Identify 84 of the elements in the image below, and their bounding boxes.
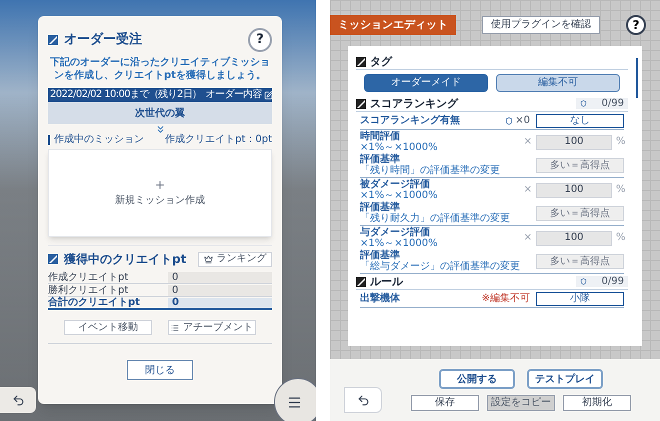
tag-button[interactable]: オーダーメイド xyxy=(364,74,488,92)
shield-icon xyxy=(580,100,587,107)
count-badge: 0/99 xyxy=(576,276,628,287)
create-pt-text: 作成クリエイトpt：0pt xyxy=(165,135,272,145)
close-button[interactable]: 閉じる xyxy=(127,360,193,380)
pt-label: 作成クリエイトpt xyxy=(48,272,130,282)
current-mission-label: 作成中のミッション xyxy=(48,135,144,145)
back-arrow-icon xyxy=(356,394,370,406)
setting-label: 被ダメージ評価 xyxy=(360,180,431,190)
setting-hint: 「残り時間」の評価基準の変更 xyxy=(360,166,500,176)
setting-label: 与ダメージ評価 xyxy=(360,228,431,238)
setting-label: 出撃機体 xyxy=(360,294,400,304)
back-button[interactable] xyxy=(0,387,36,413)
setting-hint: 「総与ダメージ」の評価基準の変更 xyxy=(360,262,520,272)
choice-button[interactable]: なし xyxy=(536,114,624,128)
publish-button[interactable]: 公開する xyxy=(439,369,515,389)
plugin-check-button[interactable]: 使用プラグインを確認 xyxy=(482,16,600,34)
ranking-count: ×0 xyxy=(515,116,530,126)
section-mark-icon xyxy=(356,56,366,66)
criterion-button[interactable]: 多い＝高得点 xyxy=(536,254,624,269)
percent-unit: % xyxy=(616,233,624,243)
setting-hint: ×1%～×1000% xyxy=(360,142,438,152)
multiply-sign: × xyxy=(524,137,532,147)
help-button[interactable]: ? xyxy=(248,28,272,52)
section-title: スコアランキング xyxy=(370,98,458,109)
percent-field[interactable]: 100 xyxy=(536,182,612,198)
pt-section-title: 獲得中のクリエイトpt xyxy=(64,251,186,268)
multiply-sign: × xyxy=(524,185,532,195)
shield-icon xyxy=(505,116,514,124)
section-mark-icon xyxy=(356,98,366,108)
scrollbar xyxy=(636,58,638,98)
back-button[interactable] xyxy=(344,387,382,413)
setting-label: 評価基準 xyxy=(360,203,401,213)
section-title: ルール xyxy=(370,276,403,287)
action-button[interactable]: アチーブメント xyxy=(168,320,256,335)
percent-unit: % xyxy=(616,185,624,195)
new-mission-card[interactable]: 新規ミッション作成 xyxy=(48,149,272,237)
section-mark-icon xyxy=(48,35,58,45)
dialog-title: オーダー受注 xyxy=(64,30,142,50)
setting-hint: ×1%～×1000% xyxy=(360,238,438,248)
multiply-sign: × xyxy=(524,233,532,243)
section-mark-icon xyxy=(356,276,366,286)
pt-label: 勝利クリエイトpt xyxy=(48,286,130,296)
choice-button[interactable]: 小隊 xyxy=(536,292,624,306)
menu-icon xyxy=(286,394,302,410)
order-description: 下記のオーダーに沿ったクリエイティブミッションを作成し、クリエイトptを獲得しましょう。 xyxy=(49,56,271,82)
chevrons-down-icon xyxy=(154,124,166,135)
setting-label: 評価基準 xyxy=(360,155,401,165)
action-button[interactable]: イベント移動 xyxy=(64,320,152,335)
edit-lock-note: ※編集不可 xyxy=(482,294,530,304)
percent-field[interactable]: 100 xyxy=(536,134,612,150)
pt-label: 合計のクリエイトpt xyxy=(48,298,141,308)
setting-hint: ×1%～×1000% xyxy=(360,190,438,200)
setting-hint: 「残り耐久力」の評価基準の変更 xyxy=(360,214,510,224)
section-mark-icon xyxy=(48,254,58,264)
order-name-banner: 次世代の翼 xyxy=(48,102,272,124)
deadline-text: 2022/02/02 10:00まで（残り2日） xyxy=(50,89,202,101)
footer-action-button[interactable]: 初期化 xyxy=(563,395,631,411)
count-badge: 0/99 xyxy=(576,98,628,109)
pt-value: 0 xyxy=(168,272,272,283)
edit-icon xyxy=(264,90,274,100)
setting-label: 評価基準 xyxy=(360,251,401,261)
help-button[interactable]: ? xyxy=(626,15,646,35)
percent-unit: % xyxy=(616,137,624,147)
ranking-button[interactable]: ランキング xyxy=(198,252,272,266)
new-mission-label: 新規ミッション作成 xyxy=(115,194,205,208)
footer-action-button[interactable]: 保存 xyxy=(411,395,479,411)
pt-value: 0 xyxy=(168,285,272,296)
plus-icon xyxy=(154,178,166,190)
setting-label: 時間評価 xyxy=(360,132,401,142)
crown-icon xyxy=(204,254,212,264)
tag-button[interactable]: 編集不可 xyxy=(496,74,620,92)
shield-icon xyxy=(580,278,587,285)
test-play-button[interactable]: テストプレイ xyxy=(527,369,603,389)
order-details-button[interactable]: オーダー内容 xyxy=(206,89,274,101)
back-arrow-icon xyxy=(12,394,24,406)
criterion-button[interactable]: 多い＝高得点 xyxy=(536,158,624,173)
menu-button[interactable] xyxy=(274,378,316,421)
setting-label: スコアランキング有無 xyxy=(360,116,460,126)
criterion-button[interactable]: 多い＝高得点 xyxy=(536,206,624,221)
percent-field[interactable]: 100 xyxy=(536,230,612,246)
list-icon xyxy=(171,324,179,332)
section-title: タグ xyxy=(370,56,392,67)
pt-value: 0 xyxy=(168,298,272,308)
